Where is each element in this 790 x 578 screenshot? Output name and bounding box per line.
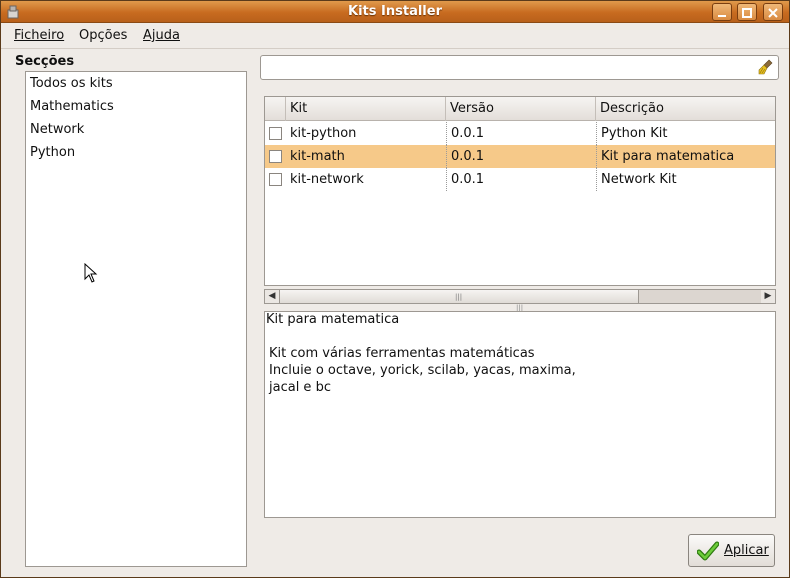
- cell-description: Network Kit: [596, 168, 775, 191]
- cell-version: 0.0.1: [446, 168, 596, 191]
- section-item-mathematics[interactable]: Mathematics: [30, 99, 114, 114]
- horizontal-scrollbar[interactable]: ◀ ||| ▶: [264, 289, 776, 304]
- row-checkbox[interactable]: [269, 150, 282, 163]
- description-line: jacal e bc: [269, 380, 331, 395]
- minimize-button[interactable]: [712, 3, 732, 21]
- kit-description-panel: Kit para matematica Kit com várias ferra…: [264, 311, 776, 518]
- menu-ficheiro[interactable]: Ficheiro: [14, 28, 64, 43]
- apply-button[interactable]: Aplicar: [688, 534, 775, 567]
- header-checkbox-column[interactable]: [265, 97, 286, 121]
- menu-opcoes-label: Opções: [79, 28, 128, 43]
- table-row-selected[interactable]: kit-math 0.0.1 Kit para matematica: [265, 145, 775, 168]
- minimize-icon: [718, 15, 726, 17]
- menu-ficheiro-label: Ficheiro: [14, 28, 65, 43]
- cell-version: 0.0.1: [446, 145, 596, 168]
- description-line: Kit com várias ferramentas matemáticas: [269, 346, 535, 361]
- cell-description: Python Kit: [596, 122, 775, 145]
- menu-opcoes[interactable]: Opções: [79, 28, 127, 43]
- table-row[interactable]: kit-network 0.0.1 Network Kit: [265, 168, 775, 191]
- kits-installer-window: Kits Installer Ficheiro Opções Ajuda Sec…: [0, 0, 790, 578]
- header-version[interactable]: Versão: [446, 97, 596, 121]
- cell-kit: kit-python: [290, 126, 357, 141]
- row-checkbox[interactable]: [269, 127, 282, 140]
- mouse-cursor-icon: [84, 263, 98, 283]
- close-icon: [768, 8, 778, 18]
- row-checkbox[interactable]: [269, 173, 282, 186]
- scrollbar-thumb[interactable]: |||: [279, 290, 639, 303]
- search-box[interactable]: [260, 55, 779, 80]
- table-row[interactable]: kit-python 0.0.1 Python Kit: [265, 122, 775, 145]
- cell-kit: kit-math: [290, 149, 345, 164]
- clear-broom-icon[interactable]: [757, 59, 774, 76]
- menu-separator: [1, 48, 789, 49]
- header-kit[interactable]: Kit: [286, 97, 446, 121]
- title-bar[interactable]: Kits Installer: [1, 1, 789, 23]
- scroll-right-arrow-icon[interactable]: ▶: [761, 290, 775, 303]
- header-description[interactable]: Descrição: [596, 97, 775, 121]
- sections-list[interactable]: Todos os kits Mathematics Network Python: [25, 71, 247, 567]
- menu-bar: Ficheiro Opções Ajuda: [1, 24, 789, 48]
- description-line: Incluie o octave, yorick, scilab, yacas,…: [269, 363, 576, 378]
- window-title: Kits Installer: [348, 4, 442, 19]
- maximize-icon: [742, 8, 752, 18]
- cell-kit: kit-network: [290, 172, 364, 187]
- maximize-button[interactable]: [737, 3, 757, 21]
- table-header: Kit Versão Descrição: [265, 97, 775, 121]
- kits-table[interactable]: Kit Versão Descrição kit-python 0.0.1 Py…: [264, 96, 776, 286]
- search-input[interactable]: [265, 59, 745, 76]
- section-item-python[interactable]: Python: [30, 145, 75, 160]
- section-item-network[interactable]: Network: [30, 122, 84, 137]
- cell-version: 0.0.1: [446, 122, 596, 145]
- cell-description: Kit para matematica: [596, 145, 775, 168]
- menu-ajuda[interactable]: Ajuda: [143, 28, 180, 43]
- menu-ajuda-label: Ajuda: [143, 28, 180, 43]
- description-title: Kit para matematica: [266, 312, 400, 327]
- grip-icon: |||: [455, 293, 463, 301]
- close-button[interactable]: [763, 3, 783, 21]
- sections-heading: Secções: [15, 54, 75, 69]
- section-item-all[interactable]: Todos os kits: [30, 76, 113, 91]
- check-icon: [697, 541, 719, 561]
- scroll-left-arrow-icon[interactable]: ◀: [265, 290, 279, 303]
- apply-button-label: Aplicar: [724, 543, 769, 558]
